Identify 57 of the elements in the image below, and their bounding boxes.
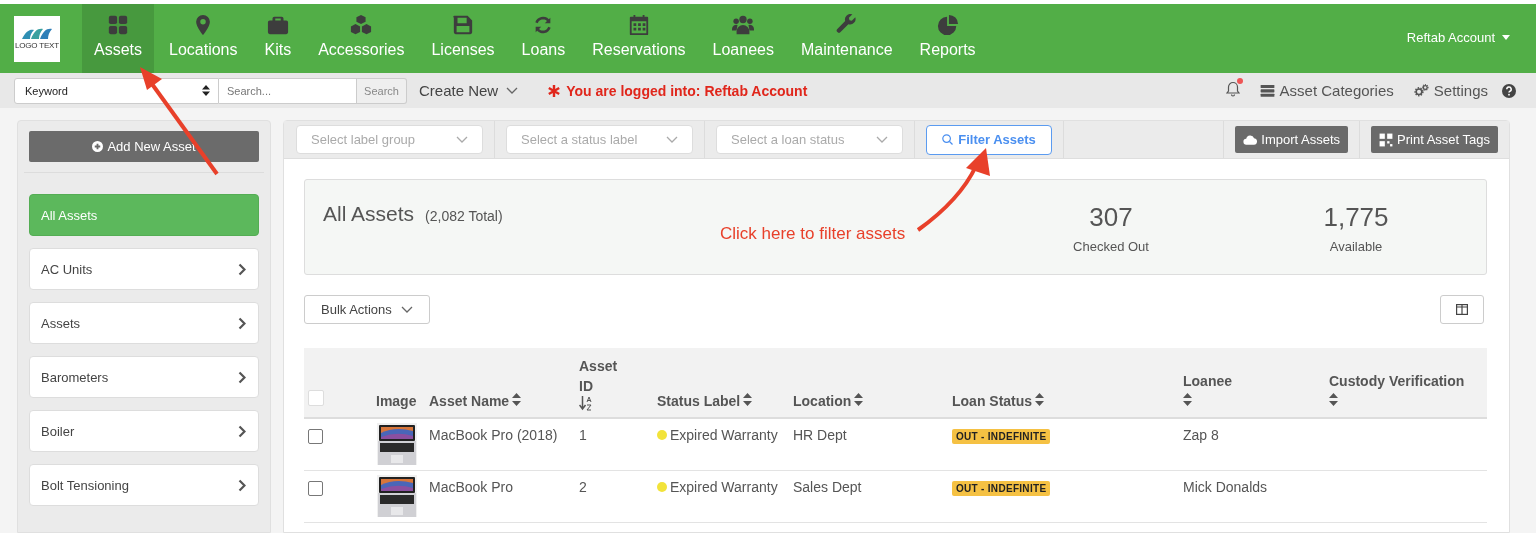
column-header: Image: [372, 348, 425, 418]
table-cell: MacBook Pro (2018): [425, 418, 575, 470]
sidebar-item[interactable]: Assets: [29, 302, 259, 344]
loan-status-badge: OUT - INDEFINITE: [952, 480, 1051, 496]
column-header[interactable]: Loan Status: [948, 348, 1179, 418]
logo-text: LOGO TEXT: [15, 41, 59, 50]
nav-tab[interactable]: Assets: [82, 4, 154, 73]
nav-tab[interactable]: Reports: [907, 4, 988, 73]
sidebar-item[interactable]: AC Units: [29, 248, 259, 290]
table-cell: Sales Dept: [789, 470, 948, 522]
status-label: Expired Warranty: [670, 478, 778, 495]
stat-value: 1,775: [1323, 202, 1389, 233]
filter-assets-button[interactable]: Filter Assets: [926, 124, 1052, 155]
sidebar-item[interactable]: Boiler: [29, 410, 259, 452]
stat-value: 307: [1089, 202, 1133, 233]
table-cell: Zap 8: [1179, 418, 1325, 470]
print-asset-tags-button[interactable]: Print Asset Tags: [1371, 126, 1498, 153]
loan-status-badge: OUT - INDEFINITE: [952, 429, 1051, 444]
nav-tab[interactable]: Loans: [509, 4, 578, 73]
nav-tab[interactable]: Loanees: [700, 4, 786, 73]
import-assets-button[interactable]: Import Assets: [1235, 126, 1348, 153]
column-header[interactable]: Location: [789, 348, 948, 418]
create-new-dropdown[interactable]: Create New: [419, 82, 519, 99]
nav-tab[interactable]: Licenses: [419, 4, 507, 73]
nav-tab[interactable]: Reservations: [580, 4, 698, 73]
column-header[interactable]: Custody Verification: [1325, 348, 1487, 418]
search-scope-select[interactable]: Keyword: [14, 77, 219, 104]
nav-tab[interactable]: Locations: [157, 4, 250, 73]
stat-label: Checked Out: [1073, 239, 1149, 254]
nav-tab[interactable]: Maintenance: [788, 4, 905, 73]
add-new-asset-button[interactable]: Add New Asset: [29, 131, 259, 162]
column-header[interactable]: Status Label: [653, 348, 789, 418]
table-cell: HR Dept: [789, 418, 948, 470]
sidebar-item[interactable]: Bolt Tensioning: [29, 464, 259, 506]
categories-link[interactable]: Asset Categories: [1259, 82, 1394, 99]
nav-tab[interactable]: Kits: [252, 4, 304, 73]
column-header[interactable]: Loanee: [1179, 348, 1325, 418]
annotation-text: Click here to filter assets: [720, 224, 906, 244]
column-header[interactable]: Asset ID: [575, 348, 653, 418]
stat-label: Available: [1329, 239, 1383, 254]
column-header[interactable]: Asset Name: [425, 348, 575, 418]
summary-title: All Assets: [323, 202, 415, 226]
settings-link[interactable]: Settings: [1413, 82, 1488, 99]
table-cell: MacBook Pro: [425, 470, 575, 522]
status-label: Expired Warranty: [670, 427, 778, 443]
nav-tab[interactable]: Accessories: [306, 4, 417, 73]
account-menu[interactable]: Reftab Account: [1406, 30, 1510, 45]
table-cell: Mick Donalds: [1179, 470, 1325, 522]
total-count: (2,082 Total): [425, 208, 503, 224]
table-cell: 1: [575, 418, 653, 470]
logo[interactable]: LOGO TEXT: [14, 15, 60, 62]
sidebar-item[interactable]: Barometers: [29, 356, 259, 398]
search-field[interactable]: Search...: [219, 77, 357, 104]
table-cell: 2: [575, 470, 653, 522]
search-button[interactable]: Search: [357, 77, 407, 104]
login-notice: You are logged into: Reftab Account: [566, 82, 808, 99]
bulk-actions-dropdown[interactable]: Bulk Actions: [304, 295, 430, 324]
